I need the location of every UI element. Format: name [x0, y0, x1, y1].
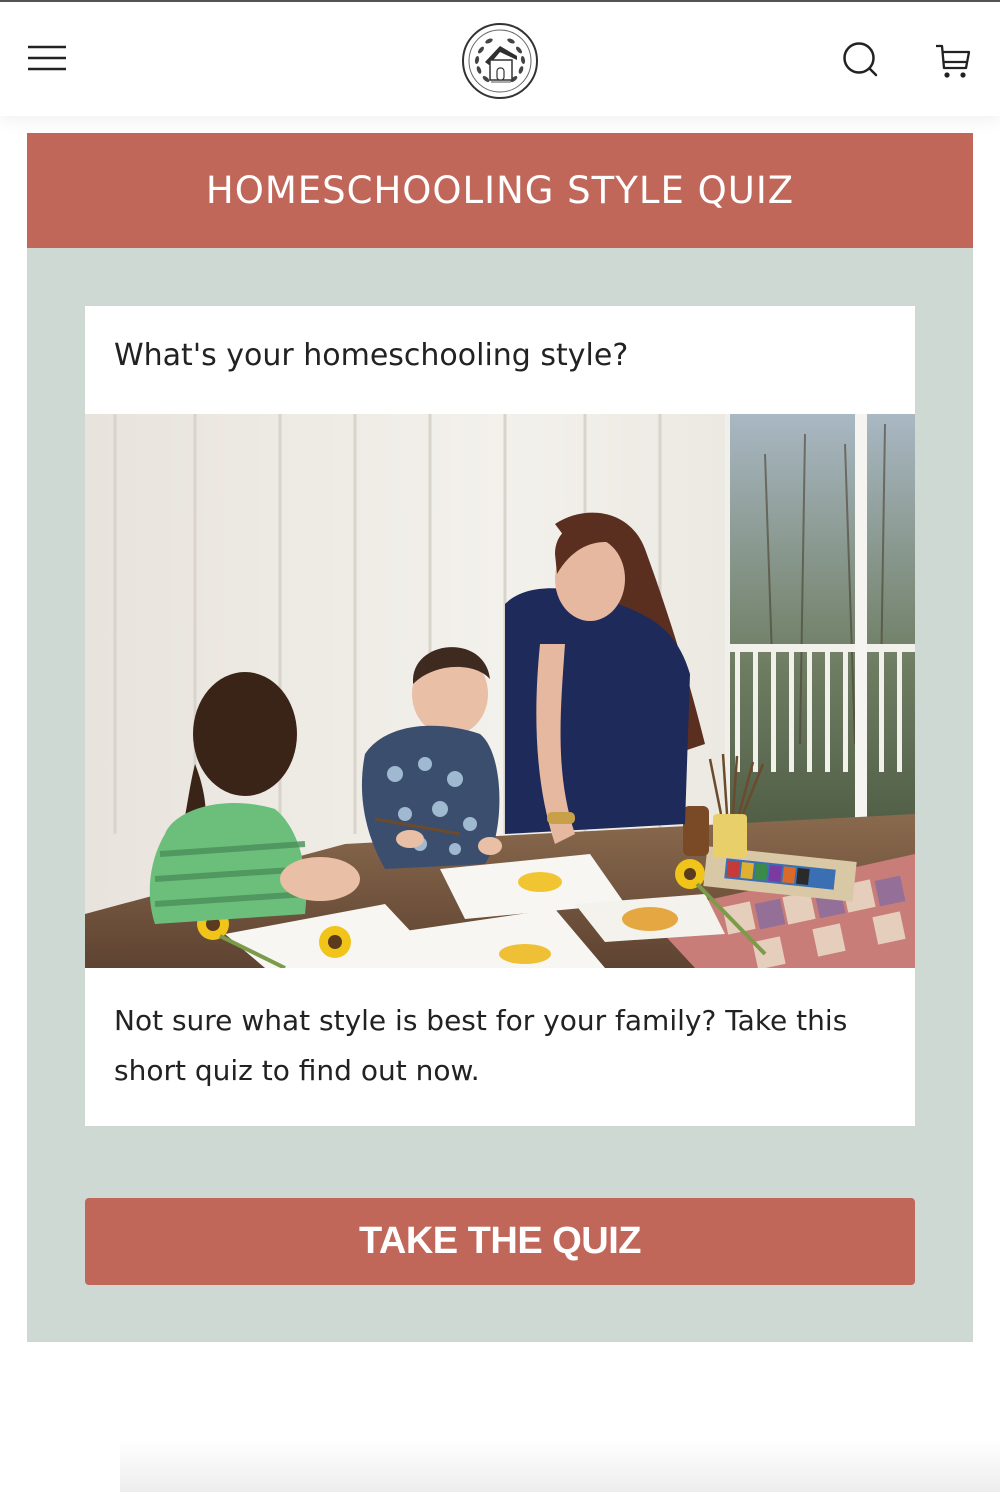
quiz-card: What's your homeschooling style? Not sur…	[85, 306, 915, 1126]
family-photo	[85, 414, 915, 968]
family-homeschool-image	[85, 414, 915, 968]
quiz-description: Not sure what style is best for your fam…	[114, 1004, 848, 1087]
quiz-section: HOMESCHOOLING STYLE QUIZ What's your hom…	[27, 133, 973, 1342]
cart-button[interactable]	[932, 40, 974, 82]
search-button[interactable]	[838, 38, 882, 82]
search-icon	[843, 42, 878, 77]
hamburger-menu-icon	[28, 45, 66, 71]
site-logo[interactable]	[461, 22, 539, 100]
site-header	[0, 2, 1000, 116]
quiz-banner: HOMESCHOOLING STYLE QUIZ	[27, 133, 973, 248]
take-quiz-button[interactable]: TAKE THE QUIZ	[85, 1198, 915, 1285]
house-wreath-logo	[462, 23, 538, 99]
quiz-question: What's your homeschooling style?	[114, 338, 629, 373]
bottom-fade	[120, 1440, 1000, 1492]
cart-icon	[936, 44, 971, 78]
quiz-banner-title: HOMESCHOOLING STYLE QUIZ	[205, 169, 795, 212]
menu-button[interactable]	[24, 38, 70, 78]
